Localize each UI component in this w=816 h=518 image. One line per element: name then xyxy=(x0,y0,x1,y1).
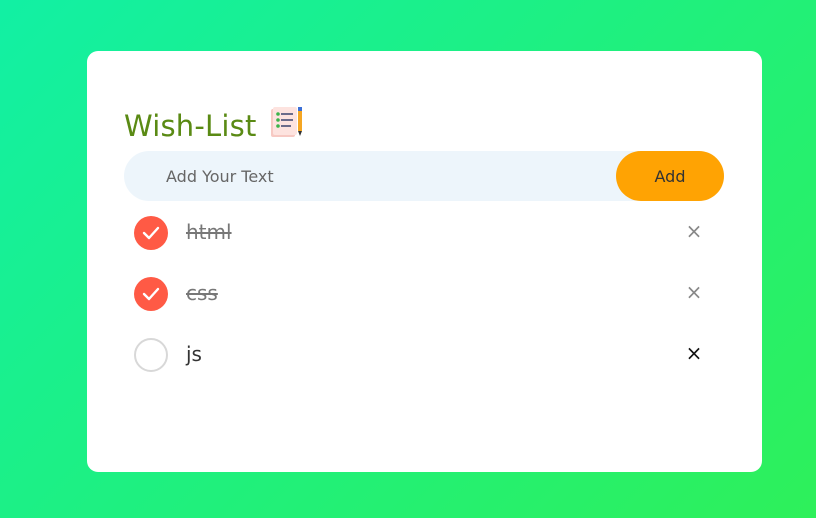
notepad-pencil-icon xyxy=(270,107,302,137)
task-text: css xyxy=(186,281,218,305)
task-input[interactable] xyxy=(124,151,614,201)
task-text: html xyxy=(186,220,232,244)
add-button[interactable]: Add xyxy=(616,151,724,201)
checked-circle-icon[interactable] xyxy=(134,216,168,250)
list-item[interactable]: html × xyxy=(124,201,724,262)
task-text: js xyxy=(186,342,202,366)
add-task-row: Add xyxy=(124,151,724,201)
close-icon[interactable]: × xyxy=(682,340,706,366)
list-item[interactable]: css × xyxy=(124,262,724,323)
title-row: Wish-List xyxy=(124,103,305,143)
list-item[interactable]: js × xyxy=(124,323,724,384)
app-title: Wish-List xyxy=(124,109,257,143)
close-icon[interactable]: × xyxy=(682,279,706,305)
unchecked-circle-icon[interactable] xyxy=(134,338,168,372)
checked-circle-icon[interactable] xyxy=(134,277,168,311)
wishlist-card: Wish-List Add html × xyxy=(87,51,762,472)
task-list: html × css × js × xyxy=(124,201,724,384)
close-icon[interactable]: × xyxy=(682,218,706,244)
